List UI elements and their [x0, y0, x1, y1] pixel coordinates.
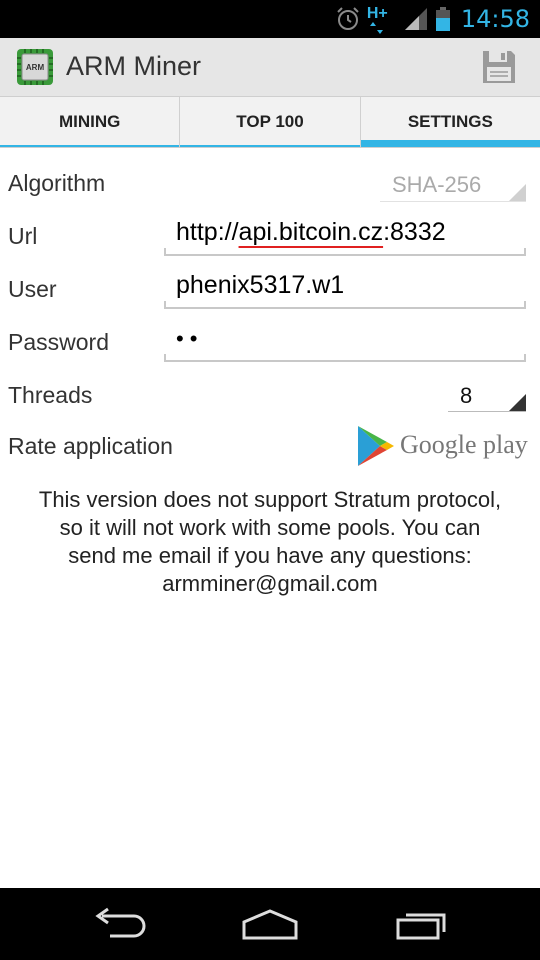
- url-label: Url: [8, 223, 38, 249]
- save-button[interactable]: [480, 48, 518, 86]
- home-button[interactable]: [238, 906, 302, 942]
- password-label: Password: [8, 329, 109, 355]
- user-value: phenix5317.w1: [176, 271, 345, 299]
- tab-label: TOP 100: [236, 112, 304, 131]
- threads-label: Threads: [8, 382, 93, 408]
- signal-icon: [404, 8, 427, 30]
- info-line: send me email if you have any questions:: [68, 543, 472, 568]
- spinner-arrow-icon: [508, 184, 526, 202]
- data-arrows-icon: [369, 22, 383, 34]
- save-icon: [483, 51, 515, 83]
- recent-apps-button[interactable]: [390, 906, 454, 942]
- info-text: This version does not support Stratum pr…: [0, 486, 540, 598]
- tab-mining[interactable]: MINING: [0, 97, 181, 147]
- spinner-arrow-icon: [508, 394, 526, 412]
- google-play-text: Google play: [400, 430, 528, 459]
- network-indicator: H+: [367, 4, 397, 34]
- tab-settings[interactable]: SETTINGS: [360, 97, 540, 147]
- contact-email[interactable]: armminer@gmail.com: [6, 570, 534, 598]
- battery-icon: [435, 7, 450, 31]
- threads-value: 8: [460, 383, 473, 408]
- home-icon: [242, 909, 298, 940]
- google-play-button[interactable]: Google play: [356, 424, 528, 470]
- url-value: http://api.bitcoin.cz:8332: [176, 218, 446, 246]
- tab-bar: MINING TOP 100 SETTINGS: [0, 97, 540, 148]
- status-bar: H+ 14:58: [0, 0, 540, 38]
- app-title: ARM Miner: [66, 51, 202, 81]
- info-line: This version does not support Stratum pr…: [38, 487, 502, 512]
- tab-label: MINING: [58, 112, 121, 131]
- app-icon-label: ARM: [26, 63, 45, 72]
- tab-label: SETTINGS: [407, 112, 493, 131]
- action-bar: ARM ARM Miner: [0, 38, 540, 97]
- threads-spinner[interactable]: 8: [448, 378, 526, 414]
- algorithm-value: SHA-256: [392, 172, 482, 197]
- back-icon: [95, 907, 146, 938]
- recent-apps-icon: [396, 913, 446, 940]
- password-field[interactable]: ••: [164, 318, 526, 362]
- rate-application-label: Rate application: [8, 433, 173, 459]
- url-field[interactable]: http://api.bitcoin.cz:8332: [164, 212, 526, 256]
- algorithm-label: Algorithm: [8, 170, 106, 196]
- google-play-icon: [358, 426, 394, 466]
- back-button[interactable]: [88, 906, 152, 942]
- info-line: so it will not work with some pools. You…: [59, 515, 481, 540]
- app-window: ARM ARM Miner MINING TOP 100 SETTINGS Al…: [0, 38, 540, 888]
- navigation-bar: [0, 888, 540, 960]
- algorithm-spinner[interactable]: SHA-256: [380, 166, 526, 204]
- app-icon[interactable]: ARM: [16, 48, 54, 86]
- tab-top-100[interactable]: TOP 100: [180, 97, 361, 147]
- user-field[interactable]: phenix5317.w1: [164, 265, 526, 309]
- alarm-icon: [337, 7, 359, 30]
- password-value: ••: [176, 326, 204, 351]
- clock: 14:58: [460, 5, 530, 33]
- user-label: User: [8, 276, 57, 302]
